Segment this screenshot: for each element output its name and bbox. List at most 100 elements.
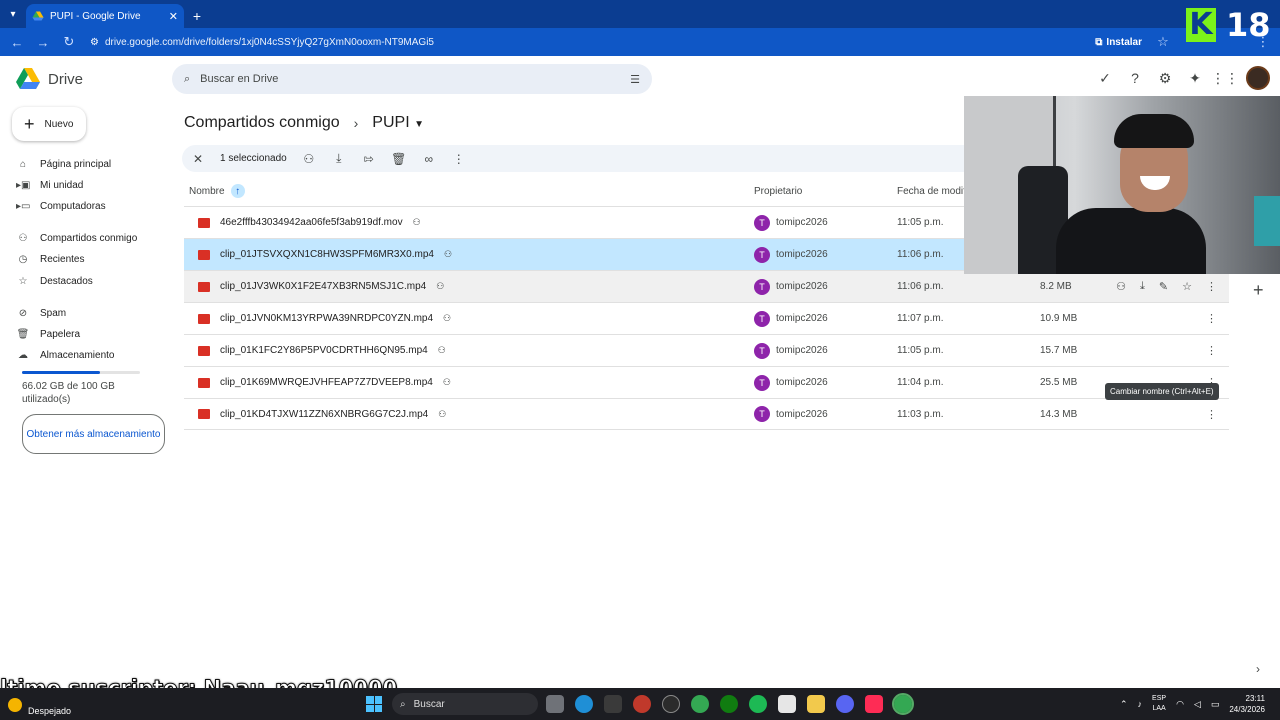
copy-link-icon[interactable]: ∞ <box>421 152 437 166</box>
tray-overflow-icon[interactable]: ⌃ <box>1120 699 1128 710</box>
capcut-icon[interactable] <box>778 695 796 713</box>
modified-date: 11:04 p.m. <box>897 377 944 388</box>
star-icon[interactable]: ☆ <box>1182 280 1192 293</box>
forward-icon[interactable]: → <box>32 31 54 53</box>
reload-icon[interactable]: ↻ <box>58 31 80 53</box>
settings-gear-icon[interactable]: ⚙ <box>1156 69 1174 87</box>
trash-icon[interactable]: 🗑 <box>391 152 407 166</box>
breadcrumb-parent[interactable]: Compartidos conmigo <box>184 114 340 132</box>
battery-icon[interactable]: ▭ <box>1211 699 1220 710</box>
shared-people-icon: ⚇ <box>443 249 453 259</box>
chrome-active-icon[interactable] <box>892 693 914 715</box>
video-file-icon <box>198 249 210 260</box>
chrome-icon[interactable] <box>691 695 709 713</box>
sidebar-item-trash[interactable]: 🗑 Papelera <box>16 325 80 343</box>
search-box[interactable]: ⌕ Buscar en Drive ☰ <box>172 64 652 94</box>
windows-taskbar: Despejado ⌕ Buscar ⌃ ♪ ESP LAA ◠ ◁ ▭ 23:1… <box>0 688 1280 720</box>
file-row[interactable]: clip_01JVN0KM13YRPWA39NRDPC0YZN.mp4 ⚇ Tto… <box>184 302 1229 334</box>
header-actions: ✓ ? ⚙ ✦ ⋮⋮ <box>1096 66 1270 90</box>
product-name: Drive <box>48 70 84 88</box>
column-header-name[interactable]: Nombre ↑ <box>189 182 245 200</box>
apps-grid-icon[interactable]: ⋮⋮ <box>1211 69 1239 87</box>
file-name: clip_01KD4TJXW11ZZN6XNBRG6G7C2J.mp4 <box>220 408 429 420</box>
get-more-storage-button[interactable]: Obtener más almacenamiento <box>22 414 165 454</box>
install-button[interactable]: ⧉ Instalar <box>1089 37 1148 48</box>
tab-search-icon[interactable]: ▾ <box>0 0 26 28</box>
xbox-icon[interactable] <box>720 695 738 713</box>
bookmark-star-icon[interactable]: ☆ <box>1152 31 1174 53</box>
more-options-icon[interactable]: ⋮ <box>1206 344 1217 357</box>
discord-icon[interactable] <box>836 695 854 713</box>
sidebar-item-storage[interactable]: ☁ Almacenamiento <box>16 346 114 364</box>
file-row[interactable]: clip_01K69MWRQEJVHFEAP7Z7DVEEP8.mp4 ⚇ Tto… <box>184 366 1229 398</box>
task-view-icon[interactable] <box>546 695 564 713</box>
download-icon[interactable]: ⤓ <box>331 151 347 166</box>
download-icon[interactable]: ⤓ <box>1140 280 1145 293</box>
site-info-icon[interactable]: ⚙ <box>90 37 99 48</box>
sidebar-item-recent[interactable]: ◷ Recientes <box>16 250 85 268</box>
taskbar-search-label: Buscar <box>413 698 445 710</box>
sidebar-item-home[interactable]: ⌂ Página principal <box>16 155 111 173</box>
modified-date: 11:06 p.m. <box>897 249 944 260</box>
sort-arrow-up-icon[interactable]: ↑ <box>230 184 245 198</box>
browser-tab[interactable]: PUPI - Google Drive ✕ <box>26 4 184 28</box>
sidebar-item-starred[interactable]: ☆ Destacados <box>16 272 93 290</box>
file-row[interactable]: clip_01K1FC2Y86P5PV0CDRTHH6QN95.mp4 ⚇ Tto… <box>184 334 1229 366</box>
share-icon[interactable]: ⚇ <box>1116 280 1126 293</box>
more-options-icon[interactable]: ⋮ <box>1206 312 1217 325</box>
owner-name: tomipc2026 <box>776 313 828 324</box>
windows-start-icon[interactable] <box>366 696 382 712</box>
url-field[interactable]: ⚙ drive.google.com/drive/folders/1xj0N4c… <box>84 31 1085 53</box>
move-folder-icon[interactable]: ⇰ <box>361 152 377 166</box>
spotify-icon[interactable] <box>749 695 767 713</box>
column-header-date[interactable]: Fecha de modif <box>897 182 966 200</box>
gemini-sparkle-icon[interactable]: ✦ <box>1186 69 1204 87</box>
search-options-icon[interactable]: ☰ <box>630 73 640 86</box>
more-options-icon[interactable]: ⋮ <box>1206 280 1217 293</box>
back-icon[interactable]: ← <box>6 31 28 53</box>
sidebar-item-computers[interactable]: ▸▭ Computadoras <box>16 197 106 215</box>
microphone-icon[interactable]: ♪ <box>1138 699 1143 709</box>
offline-ready-icon[interactable]: ✓ <box>1096 69 1114 87</box>
tiktok-icon[interactable] <box>865 695 883 713</box>
side-panel-add-icon[interactable]: + <box>1253 280 1264 301</box>
help-icon[interactable]: ? <box>1126 69 1144 87</box>
wifi-icon[interactable]: ◠ <box>1176 699 1184 710</box>
rename-tooltip: Cambiar nombre (Ctrl+Alt+E) <box>1105 383 1219 400</box>
sidebar-item-my-drive[interactable]: ▸▣ Mi unidad <box>16 176 83 194</box>
sidebar-item-shared-with-me[interactable]: ⚇ Compartidos conmigo <box>16 229 138 247</box>
video-file-icon <box>198 313 210 324</box>
lang-bottom: LAA <box>1152 705 1166 712</box>
file-name: clip_01K69MWRQEJVHFEAP7Z7DVEEP8.mp4 <box>220 377 433 388</box>
home-icon: ⌂ <box>19 158 27 170</box>
new-tab-button[interactable]: + <box>184 4 210 28</box>
taskbar-search[interactable]: ⌕ Buscar <box>392 693 538 715</box>
sidebar-item-spam[interactable]: ⊘ Spam <box>16 304 66 322</box>
volume-icon[interactable]: ◁ <box>1194 699 1201 710</box>
more-options-icon[interactable]: ⋮ <box>1206 408 1217 421</box>
file-explorer-icon[interactable] <box>807 695 825 713</box>
install-icon: ⧉ <box>1095 36 1103 48</box>
clock[interactable]: 23:11 24/3/2026 <box>1229 693 1265 715</box>
account-avatar[interactable] <box>1246 66 1270 90</box>
tab-close-icon[interactable]: ✕ <box>169 10 178 23</box>
amd-software-icon[interactable] <box>604 695 622 713</box>
obs-icon[interactable] <box>662 695 680 713</box>
file-row[interactable]: clip_01JV3WK0X1F2E47XB3RN5MSJ1C.mp4 ⚇ Tto… <box>184 270 1229 302</box>
file-row[interactable]: clip_01KD4TJXW11ZZN6XNBRG6G7C2J.mp4 ⚇ Tto… <box>184 398 1229 430</box>
drive-logo[interactable]: Drive <box>16 68 83 90</box>
column-header-owner[interactable]: Propietario <box>754 182 802 200</box>
new-button[interactable]: + Nuevo <box>12 107 86 141</box>
weather-widget[interactable]: Despejado <box>8 694 71 716</box>
rename-pencil-icon[interactable]: ✎ <box>1159 280 1168 293</box>
row-quick-actions: ⋮ <box>1206 312 1217 325</box>
more-actions-icon[interactable]: ⋮ <box>451 152 467 166</box>
shared-people-icon: ⚇ <box>442 377 451 387</box>
edge-icon[interactable] <box>575 695 593 713</box>
clear-selection-icon[interactable]: ✕ <box>190 152 206 166</box>
show-side-panel-icon[interactable]: › <box>1256 662 1260 676</box>
share-add-person-icon[interactable]: ⚇ <box>301 152 317 166</box>
language-indicator[interactable]: ESP LAA <box>1152 694 1166 714</box>
red-app-icon[interactable] <box>633 695 651 713</box>
breadcrumb-current[interactable]: PUPI ▼ <box>372 114 424 132</box>
